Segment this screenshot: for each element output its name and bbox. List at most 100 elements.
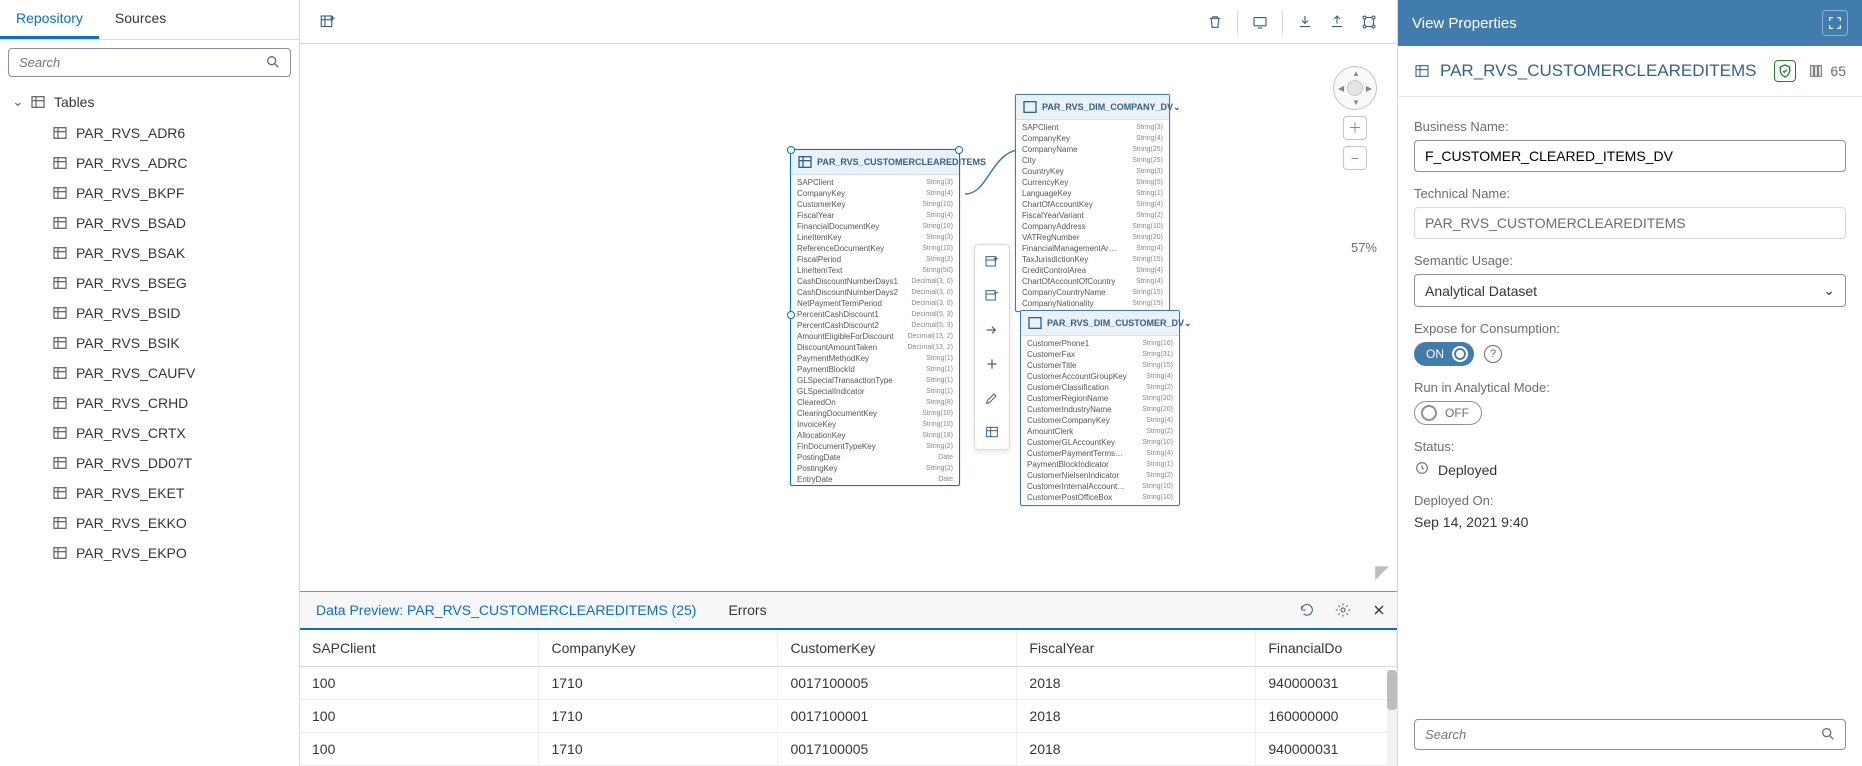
column-header[interactable]: CompanyKey [539,630,778,667]
edit-button[interactable] [975,381,1009,415]
table-item[interactable]: PAR_RVS_EKPO [48,538,291,568]
column-row[interactable]: GLSpecialTransactionTypeString(1) [791,375,959,386]
column-row[interactable]: PostingDateDate [791,452,959,463]
tab-errors[interactable]: Errors [712,592,782,628]
semantic-usage-select[interactable]: Analytical Dataset ⌄ [1414,274,1846,307]
sidebar-search-input[interactable] [8,48,291,77]
column-row[interactable]: FinancialDocumentKeyString(10) [791,221,959,232]
table-list[interactable]: PAR_RVS_ADR6PAR_RVS_ADRCPAR_RVS_BKPFPAR_… [0,118,299,766]
column-row[interactable]: CustomerPhone1String(16) [1021,338,1179,349]
table-item[interactable]: PAR_RVS_CRTX [48,418,291,448]
column-row[interactable]: PaymentMethodKeyString(1) [791,353,959,364]
column-row[interactable]: AmountEligibleForDiscountDecimal(13, 2) [791,331,959,342]
refresh-button[interactable] [1289,592,1325,628]
table-row[interactable]: 100171000171000012018160000000 [300,700,1397,733]
join-button[interactable] [975,313,1009,347]
column-row[interactable]: CurrencyKeyString(5) [1016,177,1169,188]
add-table-button[interactable] [312,6,344,38]
table-item[interactable]: PAR_RVS_BSAD [48,208,291,238]
model-canvas[interactable]: ▲ ▼ ◀ ▶ ＋ − 57% PAR_RVS_CUSTOM [300,44,1397,591]
node-customerclearitems[interactable]: PAR_RVS_CUSTOMERCLEAREDITEMS SAPClientSt… [790,149,960,486]
table-item[interactable]: PAR_RVS_BSEG [48,268,291,298]
chevron-down-icon[interactable]: ⌄ [1184,318,1192,329]
column-row[interactable]: FiscalYearString(4) [791,210,959,221]
column-row[interactable]: CompanyKeyString(4) [791,188,959,199]
column-row[interactable]: CustomerKeyString(10) [791,199,959,210]
column-row[interactable]: FinDocumentTypeKeyString(2) [791,441,959,452]
node-dim-company[interactable]: PAR_RVS_DIM_COMPANY_DV ⌄ SAPClientString… [1015,94,1170,312]
export-button[interactable] [1321,6,1353,38]
column-row[interactable]: CustomerIndustryNameString(20) [1021,404,1179,415]
column-header[interactable]: FinancialDo [1256,630,1397,667]
table-item[interactable]: PAR_RVS_BSIK [48,328,291,358]
column-header[interactable]: FiscalYear [1017,630,1256,667]
table-item[interactable]: PAR_RVS_EKKO [48,508,291,538]
column-row[interactable]: GLSpecialIndicatorString(1) [791,386,959,397]
column-row[interactable]: ReferenceDocumentKeyString(10) [791,243,959,254]
column-row[interactable]: FiscalYearVariantString(2) [1016,210,1169,221]
delete-button[interactable] [1199,6,1231,38]
business-name-input[interactable] [1414,140,1846,172]
column-row[interactable]: CustomerFaxString(31) [1021,349,1179,360]
column-row[interactable]: ChartOfAccountOfCountryString(4) [1016,276,1169,287]
zoom-out-button[interactable]: − [1343,146,1367,170]
column-row[interactable]: CountryKeyString(3) [1016,166,1169,177]
zoom-in-button[interactable]: ＋ [1343,116,1367,140]
column-row[interactable]: InvoiceKeyString(10) [791,419,959,430]
close-button[interactable] [1361,592,1397,628]
import-button[interactable] [1289,6,1321,38]
column-row[interactable]: PostingKeyString(2) [791,463,959,474]
node-dim-customer[interactable]: PAR_RVS_DIM_CUSTOMER_DV ⌄ CustomerPhone1… [1020,310,1180,506]
table-item[interactable]: PAR_RVS_BKPF [48,178,291,208]
tree-header-tables[interactable]: ⌄ Tables [0,85,299,118]
column-row[interactable]: PercentCashDiscount1Decimal(5, 3) [791,309,959,320]
nav-pad[interactable]: ▲ ▼ ◀ ▶ [1333,66,1377,110]
column-row[interactable]: AllocationKeyString(18) [791,430,959,441]
search-icon[interactable] [265,54,281,73]
column-row[interactable]: PaymentBlockIndicatorString(1) [1021,459,1179,470]
tab-repository[interactable]: Repository [0,0,99,39]
column-row[interactable]: CreditControlAreaString(4) [1016,265,1169,276]
column-row[interactable]: CustomerPaymentTermsKeyString(4) [1021,448,1179,459]
column-row[interactable]: CityString(25) [1016,155,1169,166]
table-row[interactable]: 100171000171000052018940000031 [300,667,1397,700]
settings-button[interactable] [1325,592,1361,628]
expose-toggle[interactable]: ON [1414,342,1474,366]
column-header[interactable]: SAPClient [300,630,539,667]
table-item[interactable]: PAR_RVS_CRHD [48,388,291,418]
column-row[interactable]: CompanyKeyString(4) [1016,133,1169,144]
column-row[interactable]: EntryDateDate [791,474,959,485]
column-row[interactable]: CustomerTitleString(15) [1021,360,1179,371]
analytical-toggle[interactable]: OFF [1414,401,1482,425]
column-row[interactable]: CustomerClassificationString(2) [1021,382,1179,393]
preview-button[interactable] [1244,6,1276,38]
column-row[interactable]: AmountClerkString(2) [1021,426,1179,437]
table-item[interactable]: PAR_RVS_BSAK [48,238,291,268]
table-item[interactable]: PAR_RVS_ADR6 [48,118,291,148]
help-icon[interactable]: ? [1484,345,1502,363]
column-row[interactable]: PercentCashDiscount2Decimal(5, 3) [791,320,959,331]
column-row[interactable]: ClearedOnString(8) [791,397,959,408]
search-icon[interactable] [1820,726,1836,745]
column-row[interactable]: FinancialManagementAreaKeyString(4) [1016,243,1169,254]
column-row[interactable]: LineItemTextString(50) [791,265,959,276]
column-row[interactable]: LanguageKeyString(1) [1016,188,1169,199]
properties-search-input[interactable] [1414,719,1846,750]
column-row[interactable]: SAPClientString(3) [1016,122,1169,133]
column-row[interactable]: CustomerPostOfficeBoxString(10) [1021,492,1179,503]
column-row[interactable]: PaymentBlockIdString(1) [791,364,959,375]
add-button[interactable] [975,347,1009,381]
column-row[interactable]: CustomerGLAccountKeyString(10) [1021,437,1179,448]
table-item[interactable]: PAR_RVS_DD07T [48,448,291,478]
column-row[interactable]: LineItemKeyString(3) [791,232,959,243]
table-row[interactable]: 100171000171000052018940000031 [300,733,1397,766]
expand-button[interactable] [1822,10,1848,36]
column-row[interactable]: CompanyCountryNameString(15) [1016,287,1169,298]
add-column-button[interactable] [975,245,1009,279]
resize-handle-icon[interactable]: ◤ [1375,562,1389,583]
column-row[interactable]: CompanyAddressString(10) [1016,221,1169,232]
vertical-scrollbar[interactable] [1387,670,1397,766]
impact-button[interactable] [1353,6,1385,38]
column-row[interactable]: CustomerInternalAccountKeyString(10) [1021,481,1179,492]
column-row[interactable]: CustomerNielsenIndicatorString(2) [1021,470,1179,481]
